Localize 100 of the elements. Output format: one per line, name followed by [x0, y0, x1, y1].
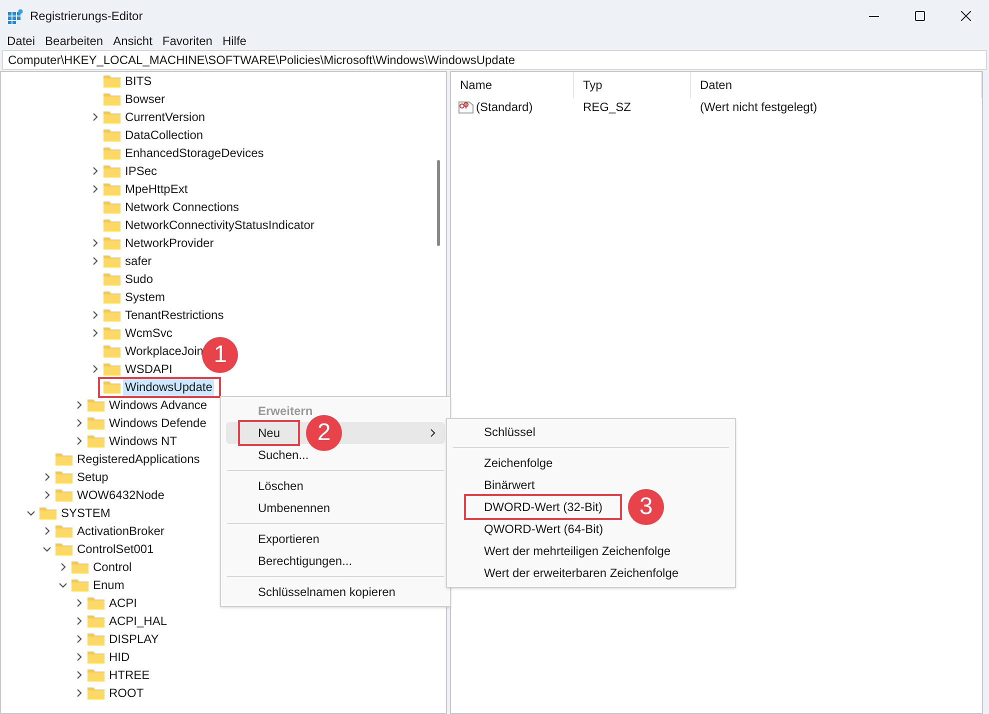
address-bar[interactable]: Computer\HKEY_LOCAL_MACHINE\SOFTWARE\Policies\Microsoft\Windows\WindowsUpdate [2, 50, 987, 70]
folder-icon [39, 506, 57, 520]
tree-item[interactable]: HTREE [107, 666, 152, 684]
tree-item[interactable]: CurrentVersion [123, 108, 208, 126]
folder-icon [71, 578, 89, 592]
tree-item[interactable]: ControlSet001 [75, 540, 156, 558]
folder-icon [55, 452, 73, 466]
tree-item[interactable]: NetworkProvider [123, 234, 216, 252]
menu-item[interactable]: Schlüsselnamen kopieren [226, 581, 404, 603]
tree-item[interactable]: Network Connections [123, 198, 242, 216]
app-icon [8, 8, 23, 24]
folder-icon [87, 434, 105, 448]
tree-item[interactable]: ROOT [107, 684, 146, 702]
folder-icon [103, 290, 121, 304]
tree-item[interactable]: HID [107, 648, 132, 666]
folder-icon [103, 326, 121, 340]
menu-item[interactable]: Berechtigungen... [226, 550, 360, 572]
folder-icon [87, 596, 105, 610]
folder-icon [103, 236, 121, 250]
menu-item[interactable]: Ansicht [108, 32, 158, 50]
tree-item[interactable]: IPSec [123, 162, 160, 180]
tree-item[interactable]: WOW6432Node [75, 486, 166, 504]
folder-icon [103, 146, 121, 160]
folder-icon [103, 308, 121, 322]
menu-item[interactable]: Schlüssel [452, 421, 544, 443]
folder-icon [103, 164, 121, 178]
tree-item[interactable]: WcmSvc [123, 324, 174, 342]
table-cell-text: REG_SZ [582, 99, 632, 116]
menu-item[interactable]: Löschen [226, 475, 312, 497]
column-header[interactable]: Name [451, 72, 574, 98]
folder-icon [103, 128, 121, 142]
tree-item[interactable]: DataCollection [123, 126, 206, 144]
tree-item[interactable]: MpeHttpExt [123, 180, 190, 198]
folder-icon [87, 614, 105, 628]
folder-icon [103, 218, 121, 232]
folder-icon [55, 524, 73, 538]
tree-item[interactable]: WSDAPI [123, 360, 174, 378]
scrollbar[interactable] [437, 160, 440, 246]
tree-item[interactable]: Control [91, 558, 134, 576]
table-cell-text: (Wert nicht festgelegt) [699, 99, 818, 116]
tree-item[interactable]: SYSTEM [59, 504, 112, 522]
folder-icon [87, 398, 105, 412]
tree-item[interactable]: Sudo [123, 270, 156, 288]
tree-item[interactable]: System [123, 288, 168, 306]
tree-item[interactable]: DISPLAY [107, 630, 161, 648]
folder-icon [87, 416, 105, 430]
folder-icon [103, 200, 121, 214]
folder-icon [103, 92, 121, 106]
callout-badge: 1 [202, 337, 238, 373]
folder-icon [55, 542, 73, 556]
menu-item[interactable]: Zeichenfolge [452, 452, 561, 474]
folder-icon [103, 380, 121, 394]
folder-icon [103, 110, 121, 124]
folder-icon [103, 182, 121, 196]
tree-item[interactable]: BITS [123, 72, 154, 90]
tree-item[interactable]: Windows NT [107, 432, 180, 450]
menu-item[interactable]: Exportieren [226, 528, 328, 550]
folder-icon [55, 470, 73, 484]
menu-item[interactable]: Favoriten [157, 32, 218, 50]
folder-icon [103, 272, 121, 286]
menu-item[interactable]: Binärwert [452, 474, 543, 496]
tree-item[interactable]: ActivationBroker [75, 522, 166, 540]
folder-icon [103, 74, 121, 88]
tree-item[interactable]: Windows Advance [107, 396, 210, 414]
folder-icon [87, 650, 105, 664]
folder-icon [103, 254, 121, 268]
callout-badge: 2 [306, 415, 342, 451]
tree-item[interactable]: RegisteredApplications [75, 450, 202, 468]
callout-badge: 3 [628, 489, 664, 525]
tree-item[interactable]: Enum [91, 576, 126, 594]
folder-icon [71, 560, 89, 574]
tree-item[interactable]: ACPI [107, 594, 140, 612]
menu-item[interactable]: Bearbeiten [40, 32, 108, 50]
menu-item[interactable]: Wert der erweiterbaren Zeichenfolge [452, 562, 687, 584]
column-header[interactable]: Daten [691, 72, 982, 98]
window-title: Registrierungs-Editor [30, 8, 143, 25]
folder-icon [55, 488, 73, 502]
menu-item[interactable]: DWORD-Wert (32-Bit) [452, 496, 610, 518]
folder-icon [87, 632, 105, 646]
menu-item[interactable]: Umbenennen [226, 497, 338, 519]
tree-item[interactable]: TenantRestrictions [123, 306, 226, 324]
string-value-icon [458, 100, 474, 114]
column-header[interactable]: Typ [574, 72, 691, 98]
tree-item[interactable]: Bowser [123, 90, 168, 108]
folder-icon [103, 362, 121, 376]
menu-item[interactable]: QWORD-Wert (64-Bit) [452, 518, 612, 540]
table-cell-text: (Standard) [476, 99, 533, 116]
tree-item[interactable]: Windows Defende [107, 414, 208, 432]
folder-icon [103, 344, 121, 358]
close-icon [961, 11, 971, 21]
tree-item[interactable]: Setup [75, 468, 110, 486]
menu-item[interactable]: Hilfe [217, 32, 252, 50]
menu-item[interactable]: Wert der mehrteiligen Zeichenfolge [452, 540, 679, 562]
tree-item[interactable]: WindowsUpdate [123, 378, 214, 396]
tree-item[interactable]: EnhancedStorageDevices [123, 144, 266, 162]
tree-item[interactable]: NetworkConnectivityStatusIndicator [123, 216, 316, 234]
tree-item[interactable]: ACPI_HAL [107, 612, 170, 630]
folder-icon [87, 686, 105, 700]
tree-item[interactable]: safer [123, 252, 154, 270]
menu-item[interactable]: Datei [2, 32, 40, 50]
